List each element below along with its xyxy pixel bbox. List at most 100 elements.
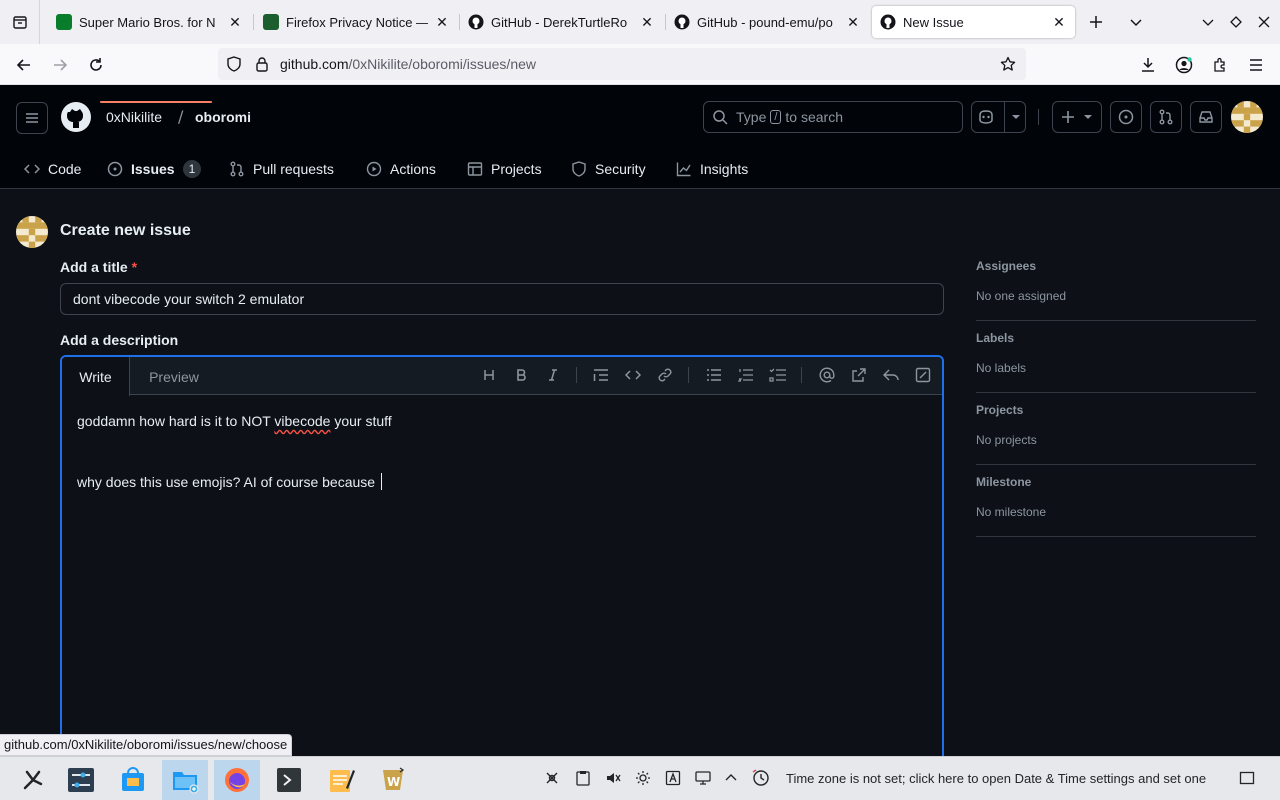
tab-overflow-chevron-icon[interactable]	[1126, 12, 1146, 32]
copilot-button[interactable]	[971, 101, 1026, 133]
quote-icon[interactable]	[592, 366, 610, 384]
tab-close-icon[interactable]: ✕	[639, 14, 655, 31]
issue-title-input[interactable]: dont vibecode your switch 2 emulator	[60, 283, 944, 315]
unordered-list-icon[interactable]	[705, 366, 723, 384]
github-logo-icon[interactable]	[60, 101, 92, 133]
clipboard-icon[interactable]	[574, 769, 592, 787]
shield-icon	[572, 161, 586, 177]
tab-preview[interactable]: Preview	[134, 357, 214, 396]
clock-icon[interactable]	[752, 769, 770, 787]
tab-code[interactable]: Code	[24, 149, 81, 189]
slash-commands-icon[interactable]	[914, 366, 932, 384]
create-new-button[interactable]	[1052, 101, 1102, 133]
required-asterisk: *	[131, 259, 138, 275]
reply-icon[interactable]	[882, 366, 900, 384]
taskbar: W Time zone is not set; click here to op…	[0, 756, 1280, 800]
mention-icon[interactable]	[818, 366, 836, 384]
url-bar[interactable]: github.com/0xNikilite/oboromi/issues/new	[218, 48, 1026, 80]
downloads-icon[interactable]	[1137, 54, 1159, 76]
tray-expand-chevron-icon[interactable]	[722, 769, 740, 787]
tab-pull-requests[interactable]: Pull requests	[229, 149, 334, 189]
labels-heading[interactable]: Labels	[976, 331, 1014, 345]
volume-muted-icon[interactable]	[604, 769, 622, 787]
tab-close-icon[interactable]: ✕	[1051, 14, 1067, 31]
text-editor-icon[interactable]	[318, 760, 364, 800]
show-desktop-icon[interactable]	[1238, 769, 1256, 787]
task-list-icon[interactable]	[769, 366, 787, 384]
tab-list-button[interactable]	[0, 0, 40, 44]
back-arrow-icon[interactable]	[13, 54, 35, 76]
link-icon[interactable]	[656, 366, 674, 384]
browser-tab[interactable]: Super Mario Bros. for N ✕	[48, 6, 251, 38]
issues-button[interactable]	[1110, 101, 1142, 133]
browser-tab[interactable]: Firefox Privacy Notice — ✕	[255, 6, 458, 38]
projects-value: No projects	[976, 433, 1037, 447]
divider	[976, 464, 1256, 465]
pull-requests-button[interactable]	[1150, 101, 1182, 133]
notifications-button[interactable]	[1190, 101, 1222, 133]
window-close-icon[interactable]	[1254, 12, 1274, 32]
tab-label: Insights	[700, 161, 749, 177]
tab-actions[interactable]: Actions	[366, 149, 436, 189]
app-menu-icon[interactable]	[1245, 54, 1267, 76]
labels-value: No labels	[976, 361, 1027, 375]
breadcrumb-owner-link[interactable]: 0xNikilite	[106, 109, 162, 125]
display-icon[interactable]	[694, 769, 712, 787]
tab-title: New Issue	[903, 14, 964, 30]
tab-close-icon[interactable]: ✕	[845, 14, 861, 31]
kde-connect-icon[interactable]	[543, 769, 561, 787]
bookmark-star-icon[interactable]	[1000, 56, 1016, 72]
description-editor[interactable]: Write Preview goddamn how hard is it to …	[60, 355, 944, 775]
tab-security[interactable]: Security	[571, 149, 646, 189]
bold-icon[interactable]	[512, 366, 530, 384]
discover-store-icon[interactable]	[110, 760, 156, 800]
browser-tab[interactable]: GitHub - DerekTurtleRo ✕	[460, 6, 663, 38]
ordered-list-icon[interactable]	[737, 366, 755, 384]
timezone-warning-text[interactable]: Time zone is not set; click here to open…	[786, 771, 1206, 786]
search-input[interactable]: Type / to search	[703, 101, 963, 133]
lock-icon[interactable]	[254, 56, 270, 72]
file-manager-icon[interactable]	[162, 760, 208, 800]
forward-arrow-icon[interactable]	[49, 54, 71, 76]
breadcrumb-repo-link[interactable]: oboromi	[195, 109, 251, 125]
wine-app-icon[interactable]: W	[370, 760, 416, 800]
tab-projects[interactable]: Projects	[467, 149, 542, 189]
input-method-icon[interactable]	[664, 769, 682, 787]
tab-close-icon[interactable]: ✕	[227, 14, 243, 31]
repo-navigation: Code Issues 1 Pull requests Actions Proj…	[0, 149, 1280, 189]
title-label: Add a title *	[60, 259, 137, 275]
assignees-heading[interactable]: Assignees	[976, 259, 1036, 273]
tab-insights[interactable]: Insights	[676, 149, 748, 189]
account-icon[interactable]	[1173, 54, 1195, 76]
shield-tracking-protection-icon[interactable]	[226, 56, 242, 72]
search-placeholder-prefix: Type	[736, 109, 767, 125]
global-menu-button[interactable]	[16, 102, 48, 134]
code-icon[interactable]	[624, 366, 642, 384]
italic-icon[interactable]	[544, 366, 562, 384]
window-maximize-icon[interactable]	[1226, 12, 1246, 32]
tab-label: Code	[48, 161, 82, 177]
milestone-heading[interactable]: Milestone	[976, 475, 1031, 489]
terminal-icon[interactable]	[266, 760, 312, 800]
browser-tab-active[interactable]: New Issue ✕	[872, 6, 1075, 38]
extensions-puzzle-icon[interactable]	[1209, 54, 1231, 76]
tab-close-icon[interactable]: ✕	[434, 14, 450, 31]
play-icon	[366, 161, 382, 177]
window-minimize-icon[interactable]	[1198, 12, 1218, 32]
browser-tab[interactable]: GitHub - pound-emu/po ✕	[666, 6, 869, 38]
firefox-icon[interactable]	[214, 760, 260, 800]
system-settings-icon[interactable]	[58, 760, 104, 800]
heading-icon[interactable]	[480, 366, 498, 384]
tab-issues[interactable]: Issues 1	[107, 149, 202, 189]
cross-reference-icon[interactable]	[850, 366, 868, 384]
new-tab-icon[interactable]	[1086, 12, 1106, 32]
user-avatar[interactable]	[1231, 101, 1263, 133]
tab-write[interactable]: Write	[62, 357, 130, 396]
brightness-icon[interactable]	[634, 769, 652, 787]
assignees-value: No one assigned	[976, 289, 1067, 303]
projects-heading[interactable]: Projects	[976, 403, 1023, 417]
app-launcher-icon[interactable]	[10, 760, 56, 800]
reload-icon[interactable]	[85, 54, 107, 76]
search-shortcut-key: /	[770, 110, 782, 124]
divider	[976, 320, 1256, 321]
